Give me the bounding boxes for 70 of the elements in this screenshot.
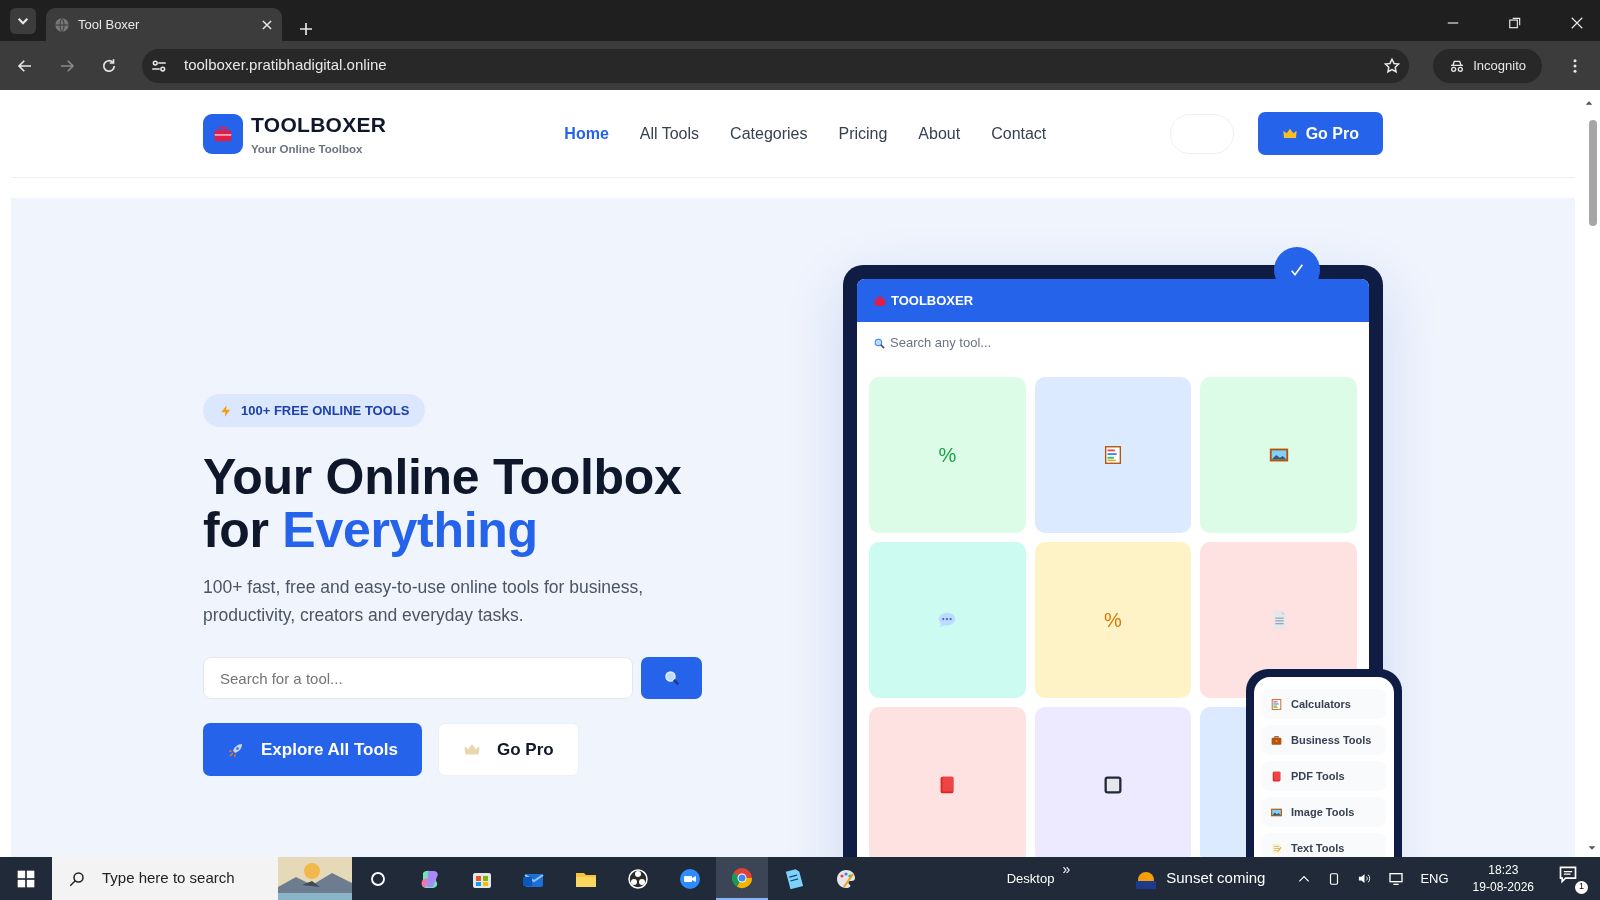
- square-icon: [1102, 774, 1124, 796]
- explore-tools-button[interactable]: Explore All Tools: [203, 723, 422, 776]
- toolbar-expand-button[interactable]: »: [1062, 858, 1071, 880]
- close-icon[interactable]: [1570, 16, 1584, 30]
- tab-title: Tool Boxer: [78, 15, 141, 34]
- search-icon: [873, 336, 886, 350]
- lightning-icon: [219, 403, 233, 418]
- category-item[interactable]: Text Tools: [1262, 833, 1386, 857]
- nav-link[interactable]: Contact: [991, 121, 1047, 146]
- clock[interactable]: 18:23 19-08-2026: [1472, 861, 1534, 896]
- hero-heading: Your Online Toolbox for Everything: [203, 451, 683, 557]
- tile-symbol: %: [938, 443, 957, 468]
- weather-widget[interactable]: Sunset coming: [1134, 866, 1266, 891]
- notification-button[interactable]: 1: [1558, 863, 1588, 894]
- mockup-header: TOOLBOXER: [857, 279, 1369, 322]
- tile-symbol: %: [1104, 608, 1122, 633]
- incognito-button[interactable]: Incognito: [1433, 48, 1542, 83]
- abacus-icon: [1102, 444, 1124, 466]
- nav-link[interactable]: Categories: [730, 121, 808, 146]
- book-icon: [1270, 769, 1283, 783]
- search-field[interactable]: Search for a tool...: [203, 657, 633, 699]
- nav-link[interactable]: About: [918, 121, 961, 146]
- browser-tab[interactable]: Tool Boxer: [46, 8, 282, 41]
- scrollbar-thumb[interactable]: [1589, 120, 1597, 226]
- hero-description: 100+ fast, free and easy-to-use online tools for business, productivity, creators and everyday tasks.: [203, 576, 645, 627]
- circle-icon: [369, 869, 387, 888]
- abacus-icon: [1270, 697, 1283, 711]
- bookmark-star-icon[interactable]: [1383, 56, 1402, 75]
- globe-icon: [54, 16, 70, 33]
- tool-tile[interactable]: [869, 707, 1026, 857]
- restore-icon[interactable]: [1508, 16, 1522, 30]
- nav-link[interactable]: Home: [564, 121, 609, 146]
- briefcase-icon: [1270, 733, 1283, 747]
- network-icon[interactable]: [1388, 870, 1405, 887]
- category-item[interactable]: Calculators: [1262, 689, 1386, 719]
- nav-link[interactable]: All Tools: [639, 121, 700, 146]
- brand-tagline: Your Online Toolbox: [251, 141, 364, 157]
- taskbar-search-field[interactable]: Type here to search: [52, 857, 352, 900]
- address-bar[interactable]: toolboxer.pratibhadigital.online: [142, 48, 1410, 83]
- toolbox-icon: [873, 293, 887, 308]
- search-button[interactable]: [641, 657, 702, 699]
- search-icon: [68, 869, 86, 888]
- checkmark-icon: [1289, 262, 1305, 278]
- mockup-search-field[interactable]: Search any tool...: [857, 322, 1369, 364]
- tool-tile[interactable]: [869, 542, 1026, 698]
- go-pro-button[interactable]: Go Pro: [437, 723, 579, 776]
- speaker-icon[interactable]: [1357, 871, 1373, 886]
- memo-icon: [1270, 841, 1283, 855]
- go-pro-button[interactable]: Go Pro: [1257, 112, 1383, 155]
- category-item[interactable]: Business Tools: [1262, 725, 1386, 755]
- tool-tile[interactable]: [1200, 377, 1357, 533]
- logo-icon[interactable]: [203, 113, 243, 154]
- new-tab-icon[interactable]: [298, 20, 314, 37]
- browser-logo-icon: [730, 865, 754, 890]
- windows-logo-icon: [16, 868, 36, 889]
- desktop-toolbar[interactable]: Desktop: [1006, 868, 1055, 889]
- tool-tile[interactable]: [1034, 707, 1192, 857]
- video-circle-icon: [678, 866, 702, 891]
- search-icon: [662, 669, 681, 687]
- tab-list-icon[interactable]: [8, 8, 38, 34]
- brand-name: TOOLBOXER: [251, 112, 387, 139]
- language-indicator[interactable]: ENG: [1420, 868, 1449, 889]
- nav-link[interactable]: Pricing: [838, 121, 888, 146]
- close-icon[interactable]: [260, 17, 274, 32]
- tool-tile[interactable]: [1034, 377, 1192, 533]
- aperture-icon: [626, 866, 650, 891]
- reload-icon[interactable]: [100, 56, 118, 75]
- category-item[interactable]: PDF Tools: [1262, 761, 1386, 791]
- category-item[interactable]: Image Tools: [1262, 797, 1386, 827]
- feature-badge: 100+ FREE ONLINE TOOLS: [203, 394, 426, 427]
